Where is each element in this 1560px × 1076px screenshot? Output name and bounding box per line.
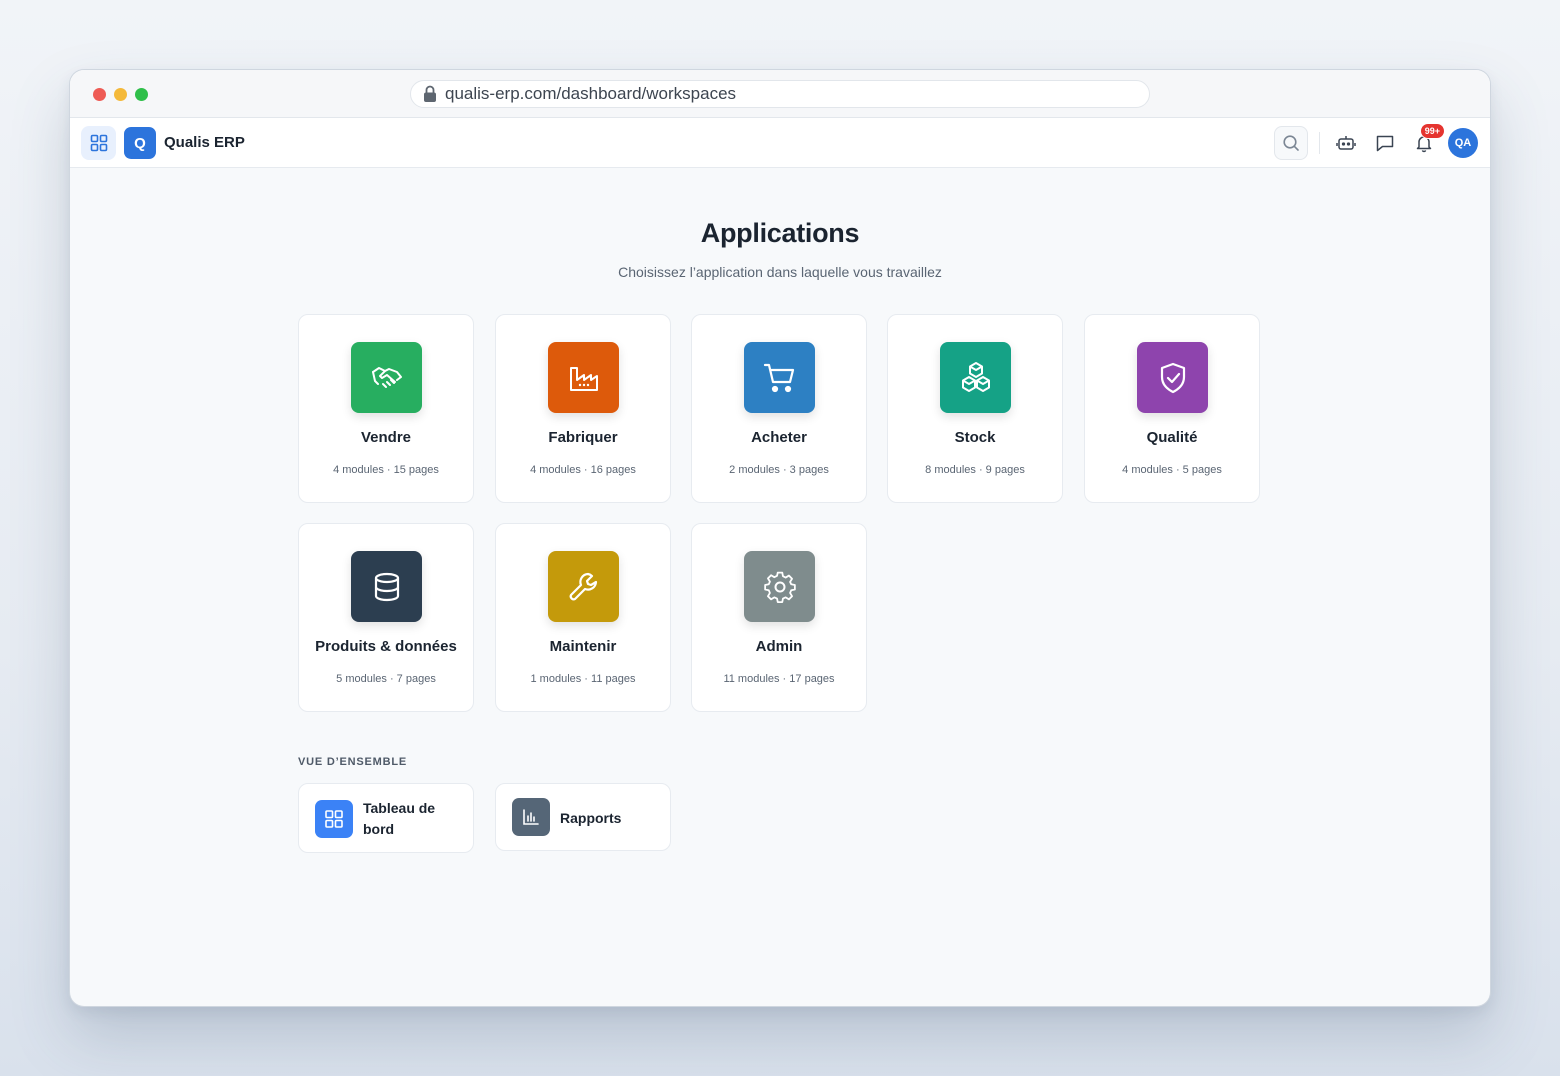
overview-card-rapports[interactable]: Rapports — [495, 783, 671, 851]
app-meta: 1 modules · 11 pages — [530, 673, 636, 685]
url-text: qualis-erp.com/dashboard/workspaces — [445, 84, 737, 103]
app-card-qualite[interactable]: Qualité 4 modules · 5 pages — [1084, 314, 1260, 503]
app-meta: 8 modules · 9 pages — [925, 464, 1025, 476]
app-meta: 11 modules · 17 pages — [723, 673, 835, 685]
overview-label-line2: bord — [363, 821, 395, 837]
boxes-icon — [961, 361, 990, 392]
ov-tile — [512, 798, 550, 836]
app-name: Produits & données — [315, 638, 457, 655]
assistant-button[interactable] — [1334, 131, 1358, 155]
overview-label: Tableau de bord — [363, 798, 435, 840]
notification-count-badge: 99+ — [1419, 123, 1445, 139]
dashboard-grid-icon — [325, 810, 343, 828]
app-launcher-button[interactable] — [81, 126, 116, 160]
app-meta: 5 modules · 7 pages — [336, 673, 436, 685]
maximize-window-button[interactable] — [135, 88, 148, 101]
search-button[interactable] — [1274, 126, 1308, 160]
app-name: Acheter — [751, 429, 807, 446]
address-bar[interactable]: qualis-erp.com/dashboard/workspaces — [410, 80, 1150, 108]
brand-name[interactable]: Qualis ERP — [164, 134, 245, 151]
app-meta: 2 modules · 3 pages — [729, 464, 829, 476]
handshake-icon — [371, 366, 402, 388]
factory-icon — [569, 366, 598, 391]
app-tile — [548, 551, 619, 622]
app-name: Vendre — [360, 429, 412, 446]
app-tile — [548, 342, 619, 413]
search-icon — [1283, 135, 1299, 151]
app-card-maintenir[interactable]: Maintenir 1 modules · 11 pages — [495, 523, 671, 712]
app-card-admin[interactable]: Admin 11 modules · 17 pages — [691, 523, 867, 712]
overview-label: Rapports — [560, 810, 622, 826]
app-header: Q Qualis ERP 99+ QA — [70, 118, 1490, 168]
app-meta: 4 modules · 15 pages — [333, 464, 439, 476]
gear-icon — [763, 571, 796, 603]
app-tile — [351, 342, 422, 413]
app-card-produits-donnees[interactable]: Produits & données 5 modules · 7 pages — [298, 523, 474, 712]
app-tile — [744, 342, 815, 413]
page-title: Applications — [700, 218, 860, 248]
app-card-vendre[interactable]: Vendre 4 modules · 15 pages — [298, 314, 474, 503]
app-name: Admin — [755, 638, 803, 655]
grid-icon — [90, 134, 107, 152]
app-tile — [940, 342, 1011, 413]
minimize-window-button[interactable] — [114, 88, 127, 101]
app-tile — [351, 551, 422, 622]
overview-label-line1: Tableau de — [363, 800, 436, 816]
main-content: Applications Choisissez l’application da… — [70, 168, 1490, 1006]
page-subtitle: Choisissez l’application dans laquelle v… — [618, 264, 942, 280]
app-name: Stock — [954, 429, 996, 446]
app-name: Qualité — [1146, 429, 1198, 446]
bar-chart-icon — [523, 809, 539, 825]
chat-icon — [1376, 135, 1394, 152]
robot-icon — [1336, 136, 1356, 150]
app-meta: 4 modules · 16 pages — [530, 464, 636, 476]
user-avatar[interactable]: QA — [1448, 128, 1478, 158]
app-tile — [744, 551, 815, 622]
shield-check-icon — [1160, 362, 1185, 393]
close-window-button[interactable] — [93, 88, 106, 101]
ov-tile — [315, 800, 353, 838]
overview-section-label: VUE D’ENSEMBLE — [298, 756, 407, 768]
messages-button[interactable] — [1373, 131, 1397, 155]
app-name: Fabriquer — [548, 429, 618, 446]
database-icon — [374, 572, 399, 601]
lock-icon — [424, 85, 436, 102]
cart-icon — [763, 363, 794, 392]
app-card-acheter[interactable]: Acheter 2 modules · 3 pages — [691, 314, 867, 503]
browser-titlebar: qualis-erp.com/dashboard/workspaces — [70, 70, 1490, 118]
browser-window: qualis-erp.com/dashboard/workspaces Q Qu… — [70, 70, 1490, 1006]
app-name: Maintenir — [549, 638, 617, 655]
app-tile — [1137, 342, 1208, 413]
wrench-icon — [569, 572, 597, 600]
app-logo[interactable]: Q — [124, 127, 156, 159]
header-divider — [1319, 132, 1320, 154]
overview-card-dashboard[interactable]: Tableau de bord — [298, 783, 474, 853]
app-card-fabriquer[interactable]: Fabriquer 4 modules · 16 pages — [495, 314, 671, 503]
app-meta: 4 modules · 5 pages — [1122, 464, 1222, 476]
app-card-stock[interactable]: Stock 8 modules · 9 pages — [887, 314, 1063, 503]
